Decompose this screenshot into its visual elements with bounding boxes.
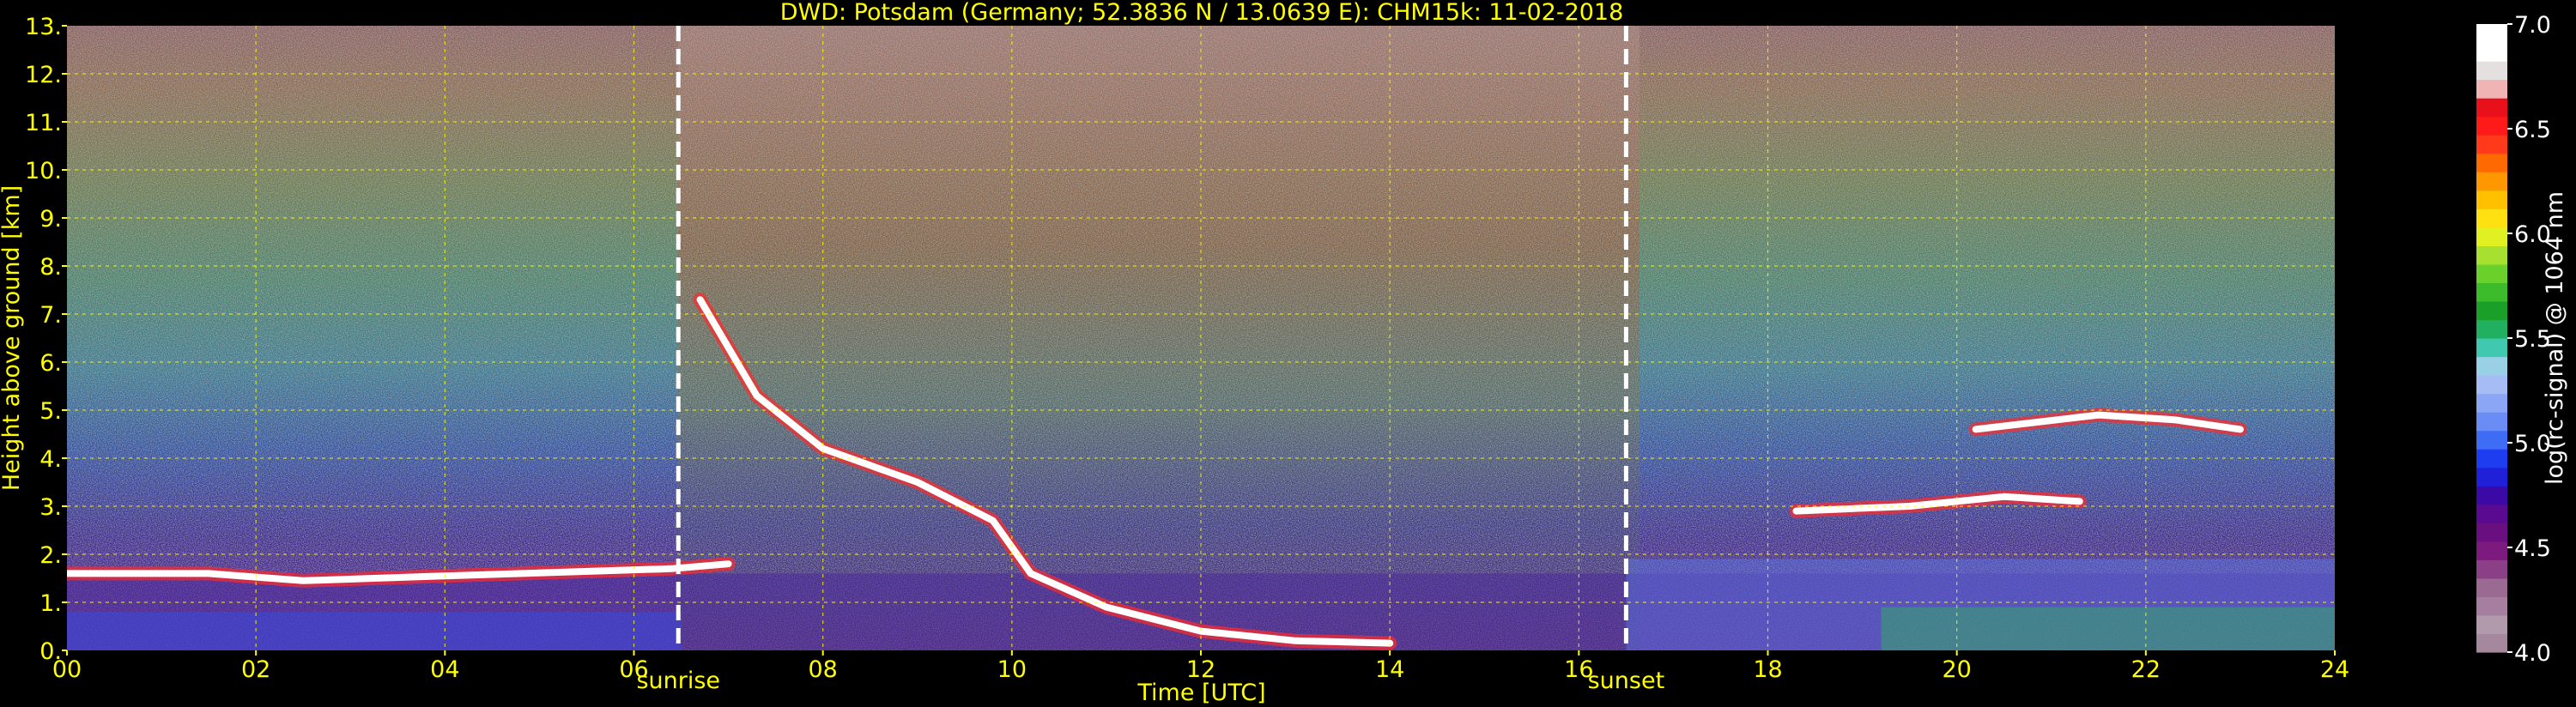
colorbar-tick-label: 4.0 (2514, 640, 2551, 667)
colorbar-segment (2476, 596, 2507, 616)
event-label-sunrise: sunrise (636, 668, 720, 694)
colorbar-segment (2476, 633, 2507, 653)
x-tick-label: 22 (2131, 656, 2161, 683)
colorbar-tick-label: 6.5 (2514, 117, 2551, 143)
colorbar-segment (2476, 282, 2507, 302)
colorbar-segment (2476, 208, 2507, 228)
x-tick-label: 16 (1564, 656, 1593, 683)
ceilometer-chart: sunrise sunset 00 02 04 06 08 10 12 14 16 18 20 22 24… (0, 0, 2568, 706)
colorbar-segment (2476, 541, 2507, 560)
x-axis-label: Time [UTC] (1136, 680, 1265, 706)
colorbar-segment (2476, 356, 2507, 376)
x-tick-label: 08 (808, 656, 837, 683)
x-tick-label: 06 (619, 656, 648, 683)
chart-title: DWD: Potsdam (Germany; 52.3836 N / 13.06… (780, 0, 1624, 26)
night-layer-shade (67, 612, 682, 650)
colorbar-segment (2476, 577, 2507, 598)
colorbar-tick-label: 4.5 (2514, 535, 2551, 562)
colorbar-segment (2476, 375, 2507, 395)
colorbar-segment (2476, 42, 2507, 62)
x-tick-label: 10 (997, 656, 1027, 683)
x-tick-label: 02 (241, 656, 270, 683)
colorbar-segment (2476, 300, 2507, 321)
x-tick-label: 18 (1753, 656, 1782, 683)
colorbar-segment (2476, 227, 2507, 246)
x-tick-label: 04 (430, 656, 459, 683)
event-label-sunset: sunset (1588, 668, 1665, 694)
y-axis-label: Height above ground [km] (0, 185, 25, 491)
colorbar-label: log(rc-signal) @ 1064 nm (2542, 191, 2568, 485)
y-tick-label: 7. (39, 302, 62, 329)
colorbar-segment (2476, 153, 2507, 172)
x-tick-label: 20 (1942, 656, 1971, 683)
colorbar-segment (2476, 135, 2507, 154)
colorbar-segment (2476, 449, 2507, 468)
colorbar-segment (2476, 263, 2507, 284)
colorbar-segment (2476, 24, 2507, 44)
colorbar-segment (2476, 98, 2507, 118)
colorbar-segment (2476, 559, 2507, 579)
colorbar-segment (2476, 523, 2507, 542)
y-axis-ticks: 0. 1. 2. 3. 4. 5. 6. 7. 8. 9. 10. 11. 12. 13. (25, 14, 67, 665)
y-tick-label: 12. (25, 62, 62, 88)
colorbar-segment (2476, 116, 2507, 136)
colorbar-segment (2476, 614, 2507, 635)
colorbar-segment (2476, 393, 2507, 413)
y-tick-label: 13. (25, 14, 62, 40)
y-tick-label: 5. (39, 398, 62, 425)
colorbar-segment (2476, 338, 2507, 358)
colorbar-segment (2476, 412, 2507, 432)
colorbar-segment (2476, 504, 2507, 523)
y-tick-label: 6. (39, 350, 62, 377)
colorbar-segment (2476, 79, 2507, 99)
y-tick-label: 4. (39, 446, 62, 473)
y-tick-label: 2. (39, 542, 62, 569)
y-tick-label: 0. (39, 638, 62, 665)
y-tick-label: 11. (25, 110, 62, 136)
x-axis-ticks: 00 02 04 06 08 10 12 14 16 18 20 22 24 (52, 650, 2349, 683)
x-tick-label: 14 (1375, 656, 1404, 683)
colorbar-segment (2476, 245, 2507, 265)
y-tick-label: 8. (39, 254, 62, 281)
y-tick-label: 9. (39, 206, 62, 233)
colorbar-segment (2476, 190, 2507, 209)
colorbar-segment (2476, 486, 2507, 505)
colorbar-segment (2476, 172, 2507, 191)
y-tick-label: 1. (39, 590, 62, 617)
y-tick-label: 10. (25, 158, 62, 184)
colorbar: 4.04.55.05.56.06.57.0 (2476, 12, 2551, 667)
colorbar-segment (2476, 430, 2507, 450)
colorbar-segment (2476, 467, 2507, 486)
colorbar-segment (2476, 319, 2507, 339)
x-tick-label: 24 (2320, 656, 2349, 683)
colorbar-segment (2476, 61, 2507, 81)
evening-green-shade (1881, 607, 2335, 650)
y-tick-label: 3. (39, 494, 62, 521)
colorbar-tick-label: 7.0 (2514, 12, 2551, 39)
